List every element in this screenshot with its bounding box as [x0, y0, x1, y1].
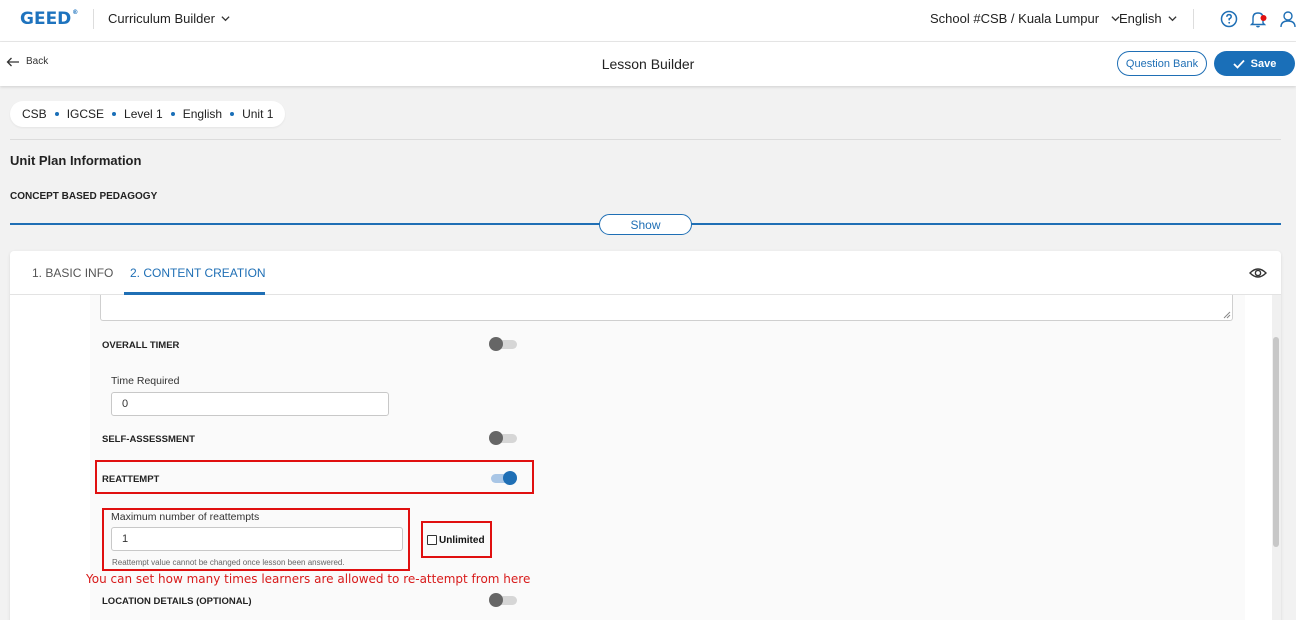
module-selector[interactable]: Curriculum Builder [108, 11, 230, 26]
show-button[interactable]: Show [599, 214, 692, 235]
reattempt-label: REATTEMPT [102, 474, 160, 485]
breadcrumb-item[interactable]: Unit 1 [242, 107, 273, 121]
save-button[interactable]: Save [1214, 51, 1295, 76]
time-required-input[interactable]: 0 [111, 392, 389, 416]
help-icon[interactable] [1219, 9, 1239, 29]
check-icon [1233, 59, 1245, 69]
breadcrumb-item[interactable]: Level 1 [124, 107, 163, 121]
overall-timer-toggle[interactable] [489, 337, 517, 351]
save-label: Save [1250, 57, 1277, 70]
school-label: School #CSB / Kuala Lumpur [930, 11, 1100, 26]
section-title: Unit Plan Information [10, 153, 142, 168]
description-textarea[interactable] [100, 295, 1233, 321]
language-label: English [1119, 11, 1162, 26]
section-subtitle: CONCEPT BASED PEDAGOGY [10, 191, 158, 202]
self-assessment-toggle[interactable] [489, 431, 517, 445]
top-navbar: GEED® Curriculum Builder School #CSB / K… [0, 0, 1296, 42]
max-reattempts-hint: Reattempt value cannot be changed once l… [112, 558, 345, 567]
scrollbar-thumb[interactable] [1273, 337, 1279, 547]
tab-content-creation[interactable]: 2. CONTENT CREATION [130, 266, 266, 280]
language-selector[interactable]: English [1119, 11, 1177, 26]
max-reattempts-input[interactable]: 1 [111, 527, 403, 551]
location-details-label: LOCATION DETAILS (OPTIONAL) [102, 596, 252, 607]
chevron-down-icon [1168, 16, 1177, 22]
breadcrumb-separator [54, 112, 59, 116]
module-label: Curriculum Builder [108, 11, 215, 26]
divider [10, 139, 1281, 140]
unlimited-label[interactable]: Unlimited [439, 535, 485, 546]
user-icon[interactable] [1278, 9, 1296, 29]
resize-handle-icon[interactable] [1223, 311, 1231, 319]
breadcrumb-separator [170, 112, 175, 116]
annotation-note: You can set how many times learners are … [86, 572, 531, 586]
breadcrumb-item[interactable]: English [183, 107, 222, 121]
eye-icon[interactable] [1249, 266, 1267, 280]
notification-dot [1260, 15, 1267, 21]
divider [1193, 9, 1194, 29]
school-selector[interactable]: School #CSB / Kuala Lumpur [930, 11, 1120, 26]
page-title: Lesson Builder [601, 56, 695, 72]
breadcrumb-separator [112, 112, 117, 116]
time-required-label: Time Required [111, 375, 180, 387]
bell-icon[interactable] [1248, 9, 1268, 29]
lesson-header: Back Lesson Builder Question Bank Save [0, 42, 1296, 86]
chevron-down-icon [221, 16, 230, 22]
content-card: 1. BASIC INFO 2. CONTENT CREATION OVERAL… [10, 251, 1281, 620]
brand-logo[interactable]: GEED® [20, 9, 78, 29]
tab-bar: 1. BASIC INFO 2. CONTENT CREATION [10, 251, 1281, 295]
reattempt-toggle[interactable] [489, 471, 517, 485]
breadcrumb-item[interactable]: CSB [22, 107, 47, 121]
breadcrumb: CSB IGCSE Level 1 English Unit 1 [10, 101, 286, 127]
tab-basic-info[interactable]: 1. BASIC INFO [32, 266, 113, 280]
max-reattempts-label: Maximum number of reattempts [111, 511, 260, 523]
breadcrumb-item[interactable]: IGCSE [67, 107, 104, 121]
divider [93, 9, 94, 29]
unlimited-checkbox[interactable] [427, 535, 437, 545]
self-assessment-label: SELF-ASSESSMENT [102, 434, 195, 445]
overall-timer-label: OVERALL TIMER [102, 340, 180, 351]
question-bank-button[interactable]: Question Bank [1117, 51, 1207, 76]
location-details-toggle[interactable] [489, 593, 517, 607]
breadcrumb-separator [230, 112, 235, 116]
